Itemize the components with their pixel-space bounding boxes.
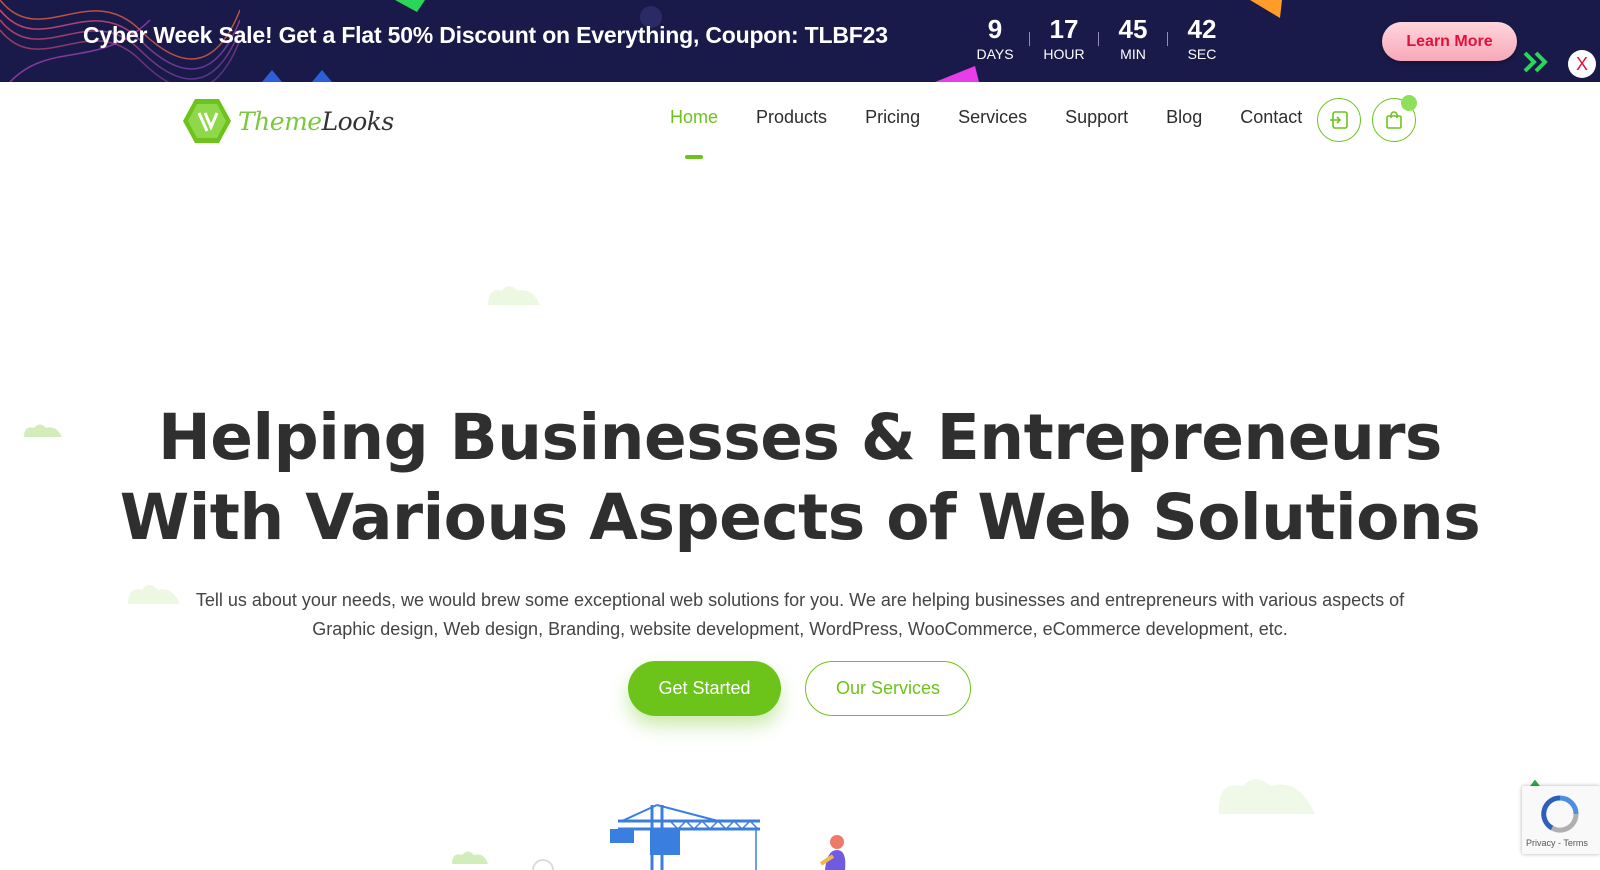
crane-illustration xyxy=(610,804,760,870)
get-started-button[interactable]: Get Started xyxy=(628,661,781,716)
promo-banner: Cyber Week Sale! Get a Flat 50% Discount… xyxy=(0,0,1600,82)
cart-badge xyxy=(1401,95,1417,111)
countdown-hours: 17 HOUR xyxy=(1037,14,1091,62)
countdown-seconds: 42 SEC xyxy=(1175,14,1229,62)
nav-item-support[interactable]: Support xyxy=(1065,107,1128,128)
hexagon-logo-icon xyxy=(183,99,231,143)
triangle-decoration xyxy=(262,70,332,82)
countdown-timer: 9 DAYS 17 HOUR 45 MIN 42 SEC xyxy=(968,14,1229,62)
triangle-decoration xyxy=(1250,0,1282,18)
nav-item-blog[interactable]: Blog xyxy=(1166,107,1202,128)
recaptcha-links[interactable]: Privacy - Terms xyxy=(1526,838,1588,848)
nav-item-products[interactable]: Products xyxy=(756,107,827,128)
recaptcha-badge[interactable]: Privacy - Terms xyxy=(1522,786,1600,854)
logo-text-looks: Looks xyxy=(321,106,395,136)
countdown-days-label: DAYS xyxy=(976,46,1014,62)
person-illustration xyxy=(819,835,846,870)
gear-decoration xyxy=(532,859,554,870)
login-icon xyxy=(1330,111,1348,129)
site-header: ThemeLooks Home Products Pricing Service… xyxy=(0,82,1600,162)
close-icon: X xyxy=(1575,54,1588,74)
logo-text: ThemeLooks xyxy=(238,107,394,136)
nav-item-contact[interactable]: Contact xyxy=(1240,107,1302,128)
double-chevron-right-icon xyxy=(1523,51,1548,73)
nav-item-home[interactable]: Home xyxy=(670,107,718,159)
countdown-seconds-value: 42 xyxy=(1187,14,1217,44)
close-banner-button[interactable]: X xyxy=(1568,50,1596,78)
hero-title-line-2: With Various Aspects of Web Solutions xyxy=(119,481,1481,554)
triangle-decoration xyxy=(935,66,979,82)
nav-item-services[interactable]: Services xyxy=(958,107,1027,128)
recaptcha-icon xyxy=(1541,795,1579,833)
our-services-button[interactable]: Our Services xyxy=(805,661,971,716)
cloud-decoration xyxy=(488,286,540,305)
countdown-minutes-value: 45 xyxy=(1118,14,1148,44)
countdown-minutes-label: MIN xyxy=(1120,46,1146,62)
shopping-bag-icon xyxy=(1386,111,1402,129)
login-button[interactable] xyxy=(1317,98,1361,142)
cloud-decoration xyxy=(452,851,488,864)
nav-item-pricing[interactable]: Pricing xyxy=(865,107,920,128)
learn-more-button[interactable]: Learn More xyxy=(1382,22,1517,61)
countdown-hours-label: HOUR xyxy=(1043,46,1085,62)
hero-subtitle-line-1: Tell us about your needs, we would brew … xyxy=(195,590,1405,610)
hero-title: Helping Businesses & Entrepreneurs With … xyxy=(0,398,1600,558)
hero-subtitle-line-2: Graphic design, Web design, Branding, we… xyxy=(312,619,1288,639)
countdown-separator xyxy=(1029,32,1030,46)
logo-text-theme: Theme xyxy=(238,106,322,136)
promo-text: Cyber Week Sale! Get a Flat 50% Discount… xyxy=(83,22,888,48)
countdown-days-value: 9 xyxy=(987,14,1003,44)
hero-title-line-1: Helping Businesses & Entrepreneurs xyxy=(158,401,1442,474)
countdown-seconds-label: SEC xyxy=(1187,46,1217,62)
main-nav: Home Products Pricing Services Support B… xyxy=(670,107,1340,159)
countdown-separator xyxy=(1167,32,1168,46)
countdown-hours-value: 17 xyxy=(1049,14,1079,44)
countdown-separator xyxy=(1098,32,1099,46)
countdown-minutes: 45 MIN xyxy=(1106,14,1160,62)
site-logo[interactable]: ThemeLooks xyxy=(182,97,394,145)
triangle-decoration xyxy=(395,0,425,12)
countdown-days: 9 DAYS xyxy=(968,14,1022,62)
hero-subtitle: Tell us about your needs, we would brew … xyxy=(150,586,1450,644)
cloud-decoration xyxy=(1218,779,1315,814)
